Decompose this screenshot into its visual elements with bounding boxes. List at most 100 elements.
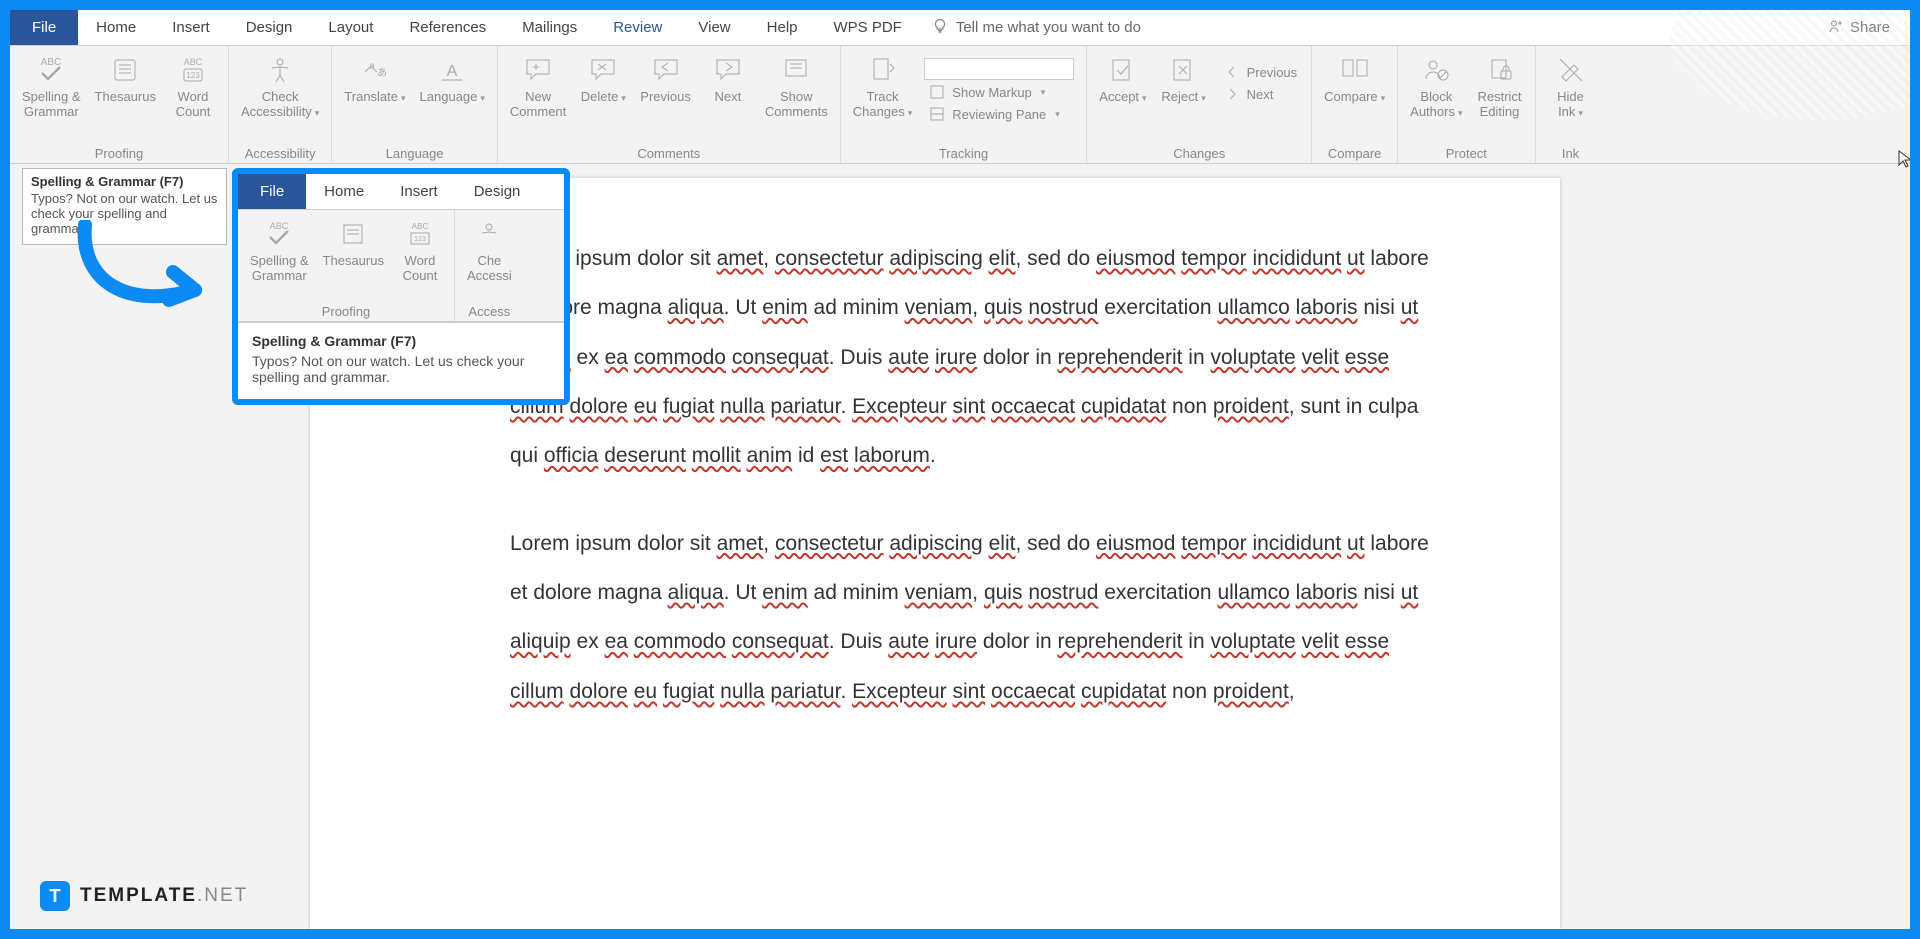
block-authors-button[interactable]: Block Authors [1404, 50, 1468, 122]
group-protect: Block Authors Restrict Editing Protect [1398, 46, 1535, 163]
tab-layout[interactable]: Layout [310, 10, 391, 45]
svg-text:ABC: ABC [41, 57, 62, 68]
tab-mailings[interactable]: Mailings [504, 10, 595, 45]
show-comments-button[interactable]: Show Comments [759, 50, 834, 122]
group-language: aあ Translate A Language Language [332, 46, 498, 163]
show-markup-icon [928, 83, 946, 101]
thesaurus-label: Thesaurus [95, 90, 156, 105]
inset-tab-design[interactable]: Design [456, 174, 539, 209]
inset-tabs-bar: File Home Insert Design [238, 174, 564, 210]
inset-tab-file[interactable]: File [238, 174, 306, 209]
inset-tab-insert[interactable]: Insert [382, 174, 456, 209]
changes-next-label: Next [1247, 87, 1274, 102]
tab-help[interactable]: Help [749, 10, 816, 45]
tab-file[interactable]: File [10, 10, 78, 45]
reject-icon [1166, 52, 1202, 88]
tab-wps-pdf[interactable]: WPS PDF [816, 10, 920, 45]
group-ink: Hide Ink Ink [1536, 46, 1606, 163]
reject-button[interactable]: Reject [1155, 50, 1213, 107]
reviewing-pane-label: Reviewing Pane [952, 107, 1046, 122]
tab-view[interactable]: View [680, 10, 748, 45]
changes-previous-button[interactable]: Previous [1219, 62, 1302, 82]
group-changes: Accept Reject Previous Next [1087, 46, 1312, 163]
svg-text:あ: あ [377, 67, 387, 79]
svg-text:123: 123 [186, 71, 200, 80]
tabs-bar: File Home Insert Design Layout Reference… [10, 10, 1910, 46]
accept-icon [1105, 52, 1141, 88]
new-comment-button[interactable]: New Comment [504, 50, 572, 122]
inset-wordcount-label: Word Count [403, 254, 438, 284]
inset-spelling-label: Spelling & Grammar [250, 254, 309, 284]
inset-tooltip-title: Spelling & Grammar (F7) [252, 333, 550, 349]
translate-button[interactable]: aあ Translate [338, 50, 411, 107]
accept-button[interactable]: Accept [1093, 50, 1152, 107]
group-accessibility: Check Accessibility Accessibility [229, 46, 332, 163]
compare-button[interactable]: Compare [1318, 50, 1391, 107]
inset-spelling-icon: ABC [261, 216, 297, 252]
word-count-label: Word Count [176, 90, 211, 120]
tab-review[interactable]: Review [595, 10, 680, 45]
tooltip-title: Spelling & Grammar (F7) [31, 174, 218, 189]
svg-text:ABC: ABC [412, 222, 429, 231]
paragraph-2: Lorem ipsum dolor sit amet, consectetur … [510, 519, 1440, 716]
paragraph-1: Lorem ipsum dolor sit amet, consectetur … [510, 234, 1440, 481]
new-comment-label: New Comment [510, 90, 566, 120]
next-comment-label: Next [714, 90, 741, 105]
prev-comment-label: Previous [640, 90, 691, 105]
changes-previous-label: Previous [1247, 65, 1298, 80]
inset-thesaurus-button[interactable]: Thesaurus [317, 214, 390, 271]
next-comment-icon [710, 52, 746, 88]
tab-home[interactable]: Home [78, 10, 154, 45]
delete-comment-button[interactable]: Delete [574, 50, 632, 107]
svg-text:A: A [447, 63, 458, 80]
restrict-editing-button[interactable]: Restrict Editing [1471, 50, 1529, 122]
inset-tab-home[interactable]: Home [306, 174, 382, 209]
callout-inset: File Home Insert Design ABC Spelling & G… [232, 168, 570, 405]
tab-design[interactable]: Design [228, 10, 311, 45]
reviewing-pane-button[interactable]: Reviewing Pane [924, 104, 1076, 124]
template-logo-icon: T [40, 881, 70, 911]
previous-change-icon [1223, 63, 1241, 81]
new-comment-icon [520, 52, 556, 88]
spelling-grammar-button[interactable]: ABC Spelling & Grammar [16, 50, 87, 122]
group-label-tracking: Tracking [847, 143, 1081, 163]
inset-spelling-button[interactable]: ABC Spelling & Grammar [244, 214, 315, 286]
inset-wordcount-button[interactable]: ABC123 Word Count [392, 214, 448, 286]
translate-label: Translate [344, 90, 405, 105]
word-count-button[interactable]: ABC 123 Word Count [164, 50, 222, 122]
tell-me-text: Tell me what you want to do [956, 19, 1141, 36]
tell-me-search[interactable]: Tell me what you want to do [920, 18, 1153, 38]
inset-group-access: Che Accessi Access [455, 210, 524, 321]
display-for-review-combo[interactable] [924, 58, 1074, 80]
track-changes-icon [865, 52, 901, 88]
restrict-editing-icon [1482, 52, 1518, 88]
template-logo-text: TEMPLATE.NET [80, 885, 248, 907]
language-button[interactable]: A Language [414, 50, 491, 107]
inset-group-label-proofing: Proofing [244, 301, 448, 321]
next-comment-button[interactable]: Next [699, 50, 757, 107]
group-label-changes: Changes [1093, 143, 1305, 163]
delete-label: Delete [581, 90, 626, 105]
tab-insert[interactable]: Insert [154, 10, 228, 45]
inset-access-button[interactable]: Che Accessi [461, 214, 518, 286]
language-globe-icon: A [434, 52, 470, 88]
thesaurus-button[interactable]: Thesaurus [89, 50, 162, 107]
svg-text:ABC: ABC [184, 57, 203, 67]
inset-thesaurus-icon [335, 216, 371, 252]
word-count-icon: ABC 123 [175, 52, 211, 88]
group-label-compare: Compare [1318, 143, 1391, 163]
group-label-accessibility: Accessibility [235, 143, 325, 163]
tab-references[interactable]: References [391, 10, 504, 45]
translate-icon: aあ [357, 52, 393, 88]
hide-ink-button[interactable]: Hide Ink [1542, 50, 1600, 122]
prev-comment-button[interactable]: Previous [634, 50, 697, 107]
show-markup-button[interactable]: Show Markup [924, 82, 1076, 102]
changes-next-button[interactable]: Next [1219, 84, 1302, 104]
group-label-protect: Protect [1404, 143, 1528, 163]
inset-tooltip-body: Typos? Not on our watch. Let us check yo… [252, 353, 550, 385]
inset-thesaurus-label: Thesaurus [323, 254, 384, 269]
check-accessibility-button[interactable]: Check Accessibility [235, 50, 325, 122]
inset-wordcount-icon: ABC123 [402, 216, 438, 252]
callout-arrow-icon [65, 220, 225, 330]
track-changes-button[interactable]: Track Changes [847, 50, 919, 122]
